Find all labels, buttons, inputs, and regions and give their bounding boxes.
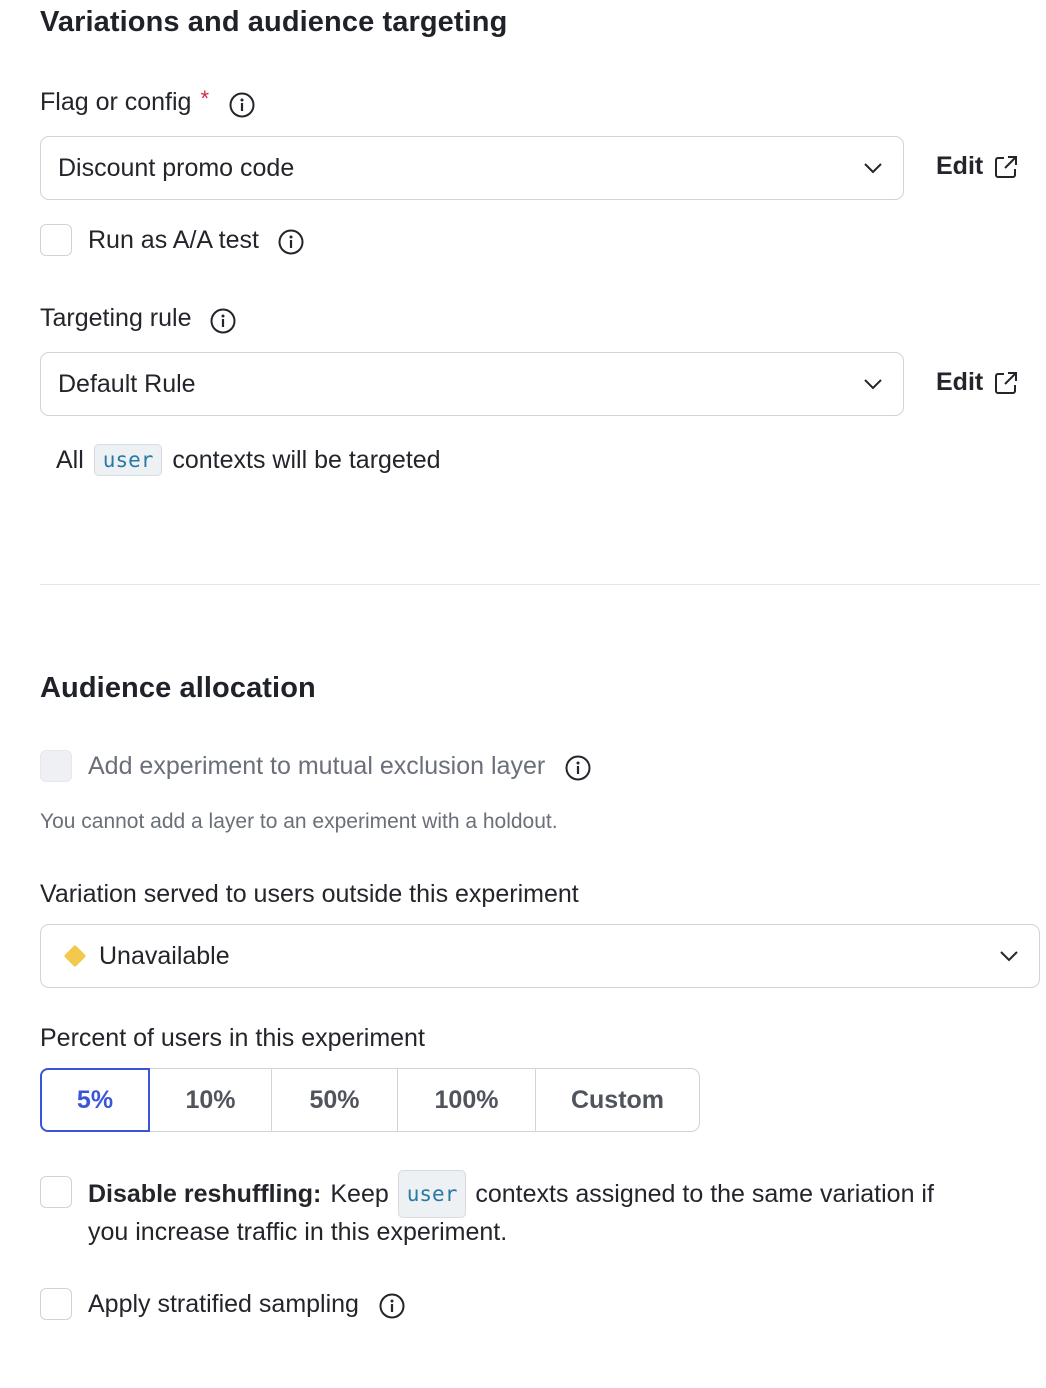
targeting-edit-label: Edit xyxy=(936,368,984,396)
variation-color-diamond-icon xyxy=(64,945,86,967)
flag-select[interactable]: Discount promo code xyxy=(40,136,904,200)
section-title-variations: Variations and audience targeting xyxy=(40,6,508,38)
context-kind-code: user xyxy=(397,1170,467,1218)
info-icon[interactable] xyxy=(565,755,591,781)
targeting-label: Targeting rule xyxy=(40,304,192,332)
reshuffle-text-after: contexts assigned to the same variation … xyxy=(475,1180,934,1208)
info-icon[interactable] xyxy=(278,229,304,255)
targeting-note-suffix: contexts will be targeted xyxy=(172,445,441,474)
stratified-row: Apply stratified sampling xyxy=(40,1288,405,1320)
percent-segmented-control: 5% 10% 50% 100% Custom xyxy=(40,1068,700,1132)
flag-label-row: Flag or config * xyxy=(40,85,255,117)
section-title-audience: Audience allocation xyxy=(40,672,316,704)
percent-option-100[interactable]: 100% xyxy=(398,1068,536,1132)
percent-option-custom[interactable]: Custom xyxy=(536,1068,700,1132)
reshuffle-text: Disable reshuffling: Keep user contexts … xyxy=(88,1170,1038,1252)
targeting-select-value: Default Rule xyxy=(58,369,196,398)
chevron-down-icon xyxy=(864,379,882,390)
percent-label: Percent of users in this experiment xyxy=(40,1024,425,1052)
info-icon[interactable] xyxy=(229,92,255,117)
targeting-select[interactable]: Default Rule xyxy=(40,352,904,416)
context-kind-code: user xyxy=(93,444,163,476)
mutex-row: Add experiment to mutual exclusion layer xyxy=(40,750,591,782)
info-icon[interactable] xyxy=(379,1293,405,1319)
percent-option-10[interactable]: 10% xyxy=(150,1068,272,1132)
targeting-note: All user contexts will be targeted xyxy=(56,444,441,476)
mutex-label: Add experiment to mutual exclusion layer xyxy=(88,751,546,780)
reshuffle-bold-label: Disable reshuffling: xyxy=(88,1180,322,1208)
aa-test-row: Run as A/A test xyxy=(40,224,304,256)
mutex-help-text: You cannot add a layer to an experiment … xyxy=(40,810,558,833)
reshuffle-checkbox[interactable] xyxy=(40,1176,72,1208)
flag-label: Flag or config xyxy=(40,88,192,116)
aa-test-checkbox[interactable] xyxy=(40,224,72,256)
flag-edit-label: Edit xyxy=(936,152,984,180)
targeting-edit-link[interactable]: Edit xyxy=(936,368,1019,397)
outside-variation-value: Unavailable xyxy=(99,941,230,970)
reshuffle-text-before: Keep xyxy=(330,1180,389,1208)
reshuffle-checkbox-wrap xyxy=(40,1176,72,1208)
stratified-checkbox[interactable] xyxy=(40,1288,72,1320)
chevron-down-icon xyxy=(1000,951,1018,962)
info-icon[interactable] xyxy=(210,308,236,333)
stratified-label: Apply stratified sampling xyxy=(88,1289,359,1318)
reshuffle-text-line2: you increase traffic in this experiment. xyxy=(88,1218,508,1246)
section-divider xyxy=(40,584,1040,585)
targeting-label-row: Targeting rule xyxy=(40,304,236,333)
mutex-checkbox[interactable] xyxy=(40,750,72,782)
outside-variation-select[interactable]: Unavailable xyxy=(40,924,1040,988)
percent-option-5[interactable]: 5% xyxy=(40,1068,150,1132)
flag-select-value: Discount promo code xyxy=(58,153,295,182)
aa-test-label: Run as A/A test xyxy=(88,225,259,254)
external-link-icon xyxy=(995,155,1018,178)
outside-variation-label: Variation served to users outside this e… xyxy=(40,880,579,908)
flag-edit-link[interactable]: Edit xyxy=(936,152,1019,181)
targeting-note-prefix: All xyxy=(56,445,84,474)
chevron-down-icon xyxy=(864,163,882,174)
external-link-icon xyxy=(995,371,1018,394)
percent-option-50[interactable]: 50% xyxy=(272,1068,398,1132)
required-asterisk: * xyxy=(200,85,210,111)
